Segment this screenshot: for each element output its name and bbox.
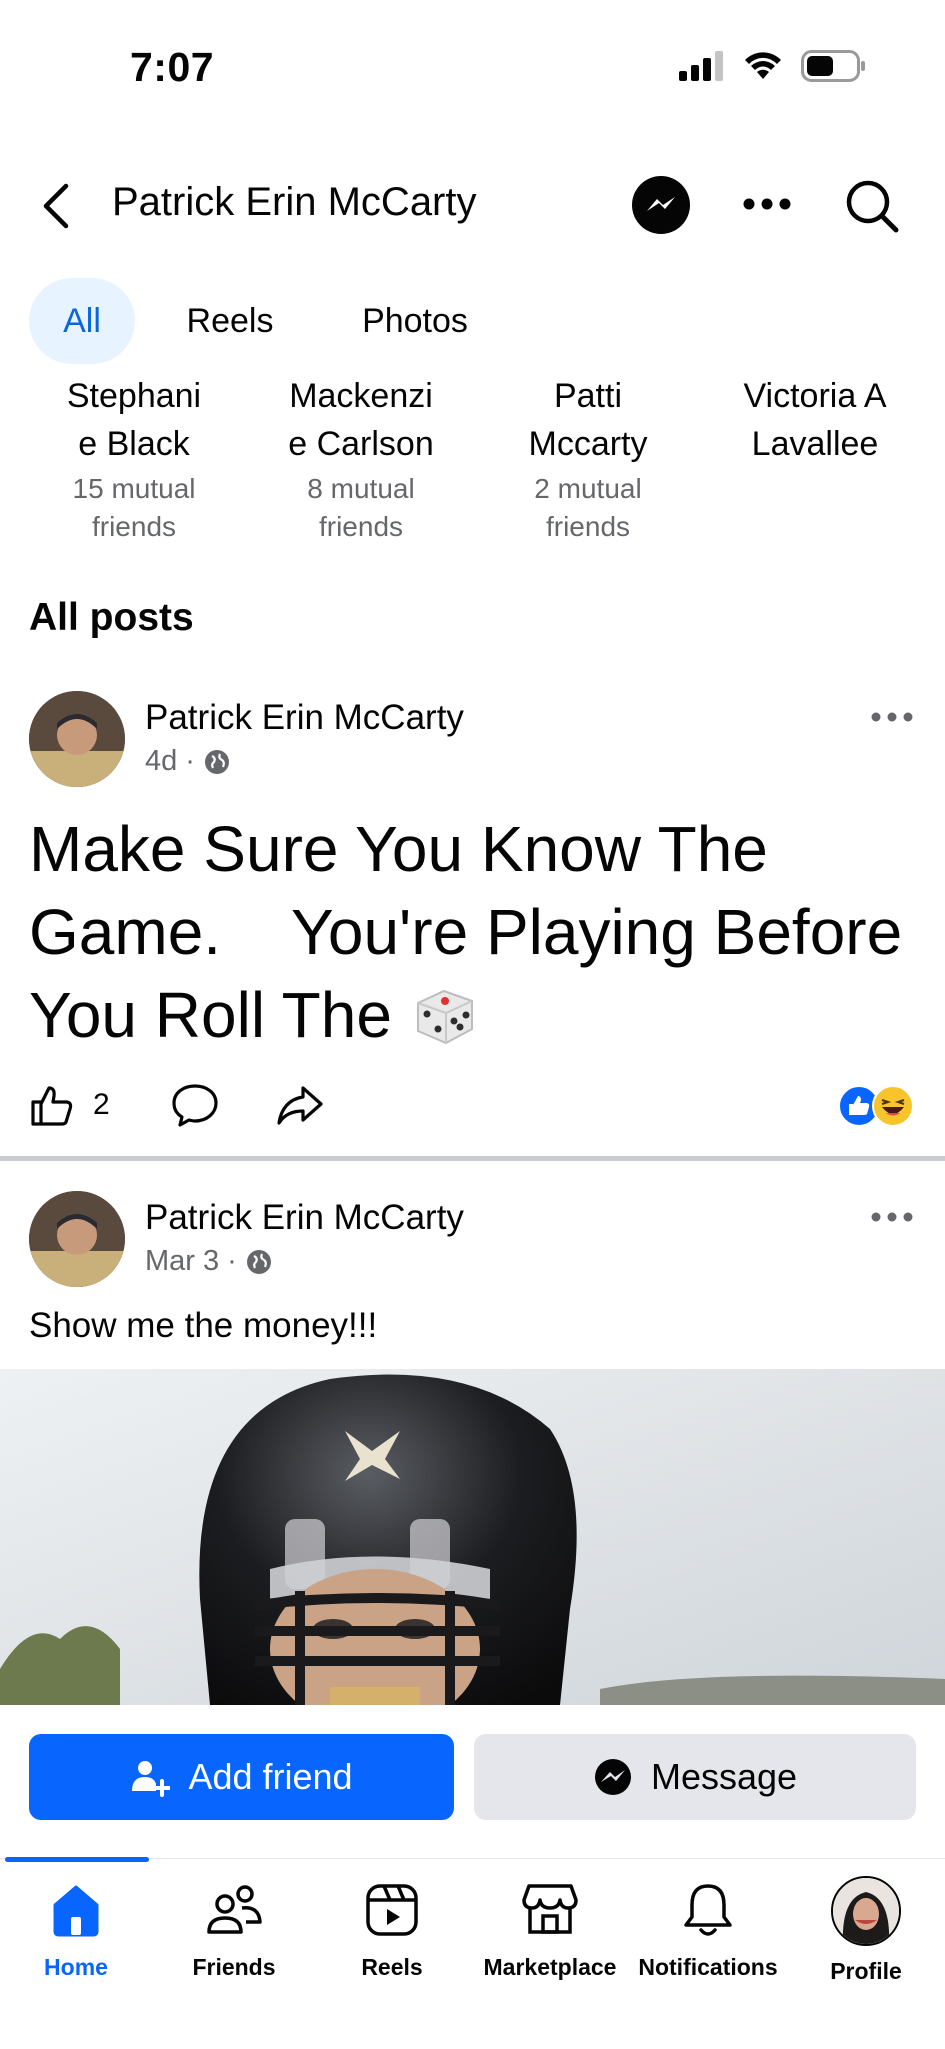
post-author[interactable]: Patrick Erin McCarty (145, 1198, 464, 1238)
friends-icon (204, 1880, 264, 1940)
messenger-icon (594, 1759, 631, 1795)
reaction-summary[interactable] (838, 1085, 914, 1127)
nav-label: Reels (361, 1954, 423, 1980)
back-arrow-icon[interactable] (36, 178, 76, 234)
comment-button[interactable] (170, 1082, 220, 1133)
friend-name: Lavallee (751, 425, 879, 463)
like-button[interactable]: 2 (29, 1082, 110, 1128)
post-time: Mar 3 (145, 1245, 220, 1277)
tab-reels[interactable]: Reels (170, 278, 290, 364)
author-avatar[interactable] (29, 1191, 125, 1287)
mutual-count: 15 mutual friends (72, 473, 196, 542)
nav-label: Home (44, 1954, 108, 1980)
section-title: All posts (29, 596, 194, 639)
nav-home[interactable]: Home (0, 1880, 155, 1981)
share-button[interactable] (275, 1082, 325, 1133)
friend-name: Stephani (66, 377, 202, 415)
signal-icon (679, 51, 723, 81)
active-tab-indicator (5, 1857, 149, 1862)
post-more-icon[interactable] (870, 710, 914, 722)
nav-marketplace[interactable]: Marketplace (471, 1880, 629, 1981)
nav-label: Friends (192, 1954, 276, 1980)
friend-name: Mackenzi (289, 377, 433, 415)
marketplace-icon (520, 1880, 580, 1940)
reels-icon (362, 1880, 422, 1940)
globe-icon (246, 1249, 271, 1274)
wifi-icon (745, 52, 781, 79)
battery-icon (801, 50, 865, 82)
mutual-count: 8 mutual friends (307, 473, 415, 542)
post-meta: 4d · (145, 745, 231, 778)
nav-profile[interactable]: Profile (787, 1876, 945, 1985)
post-text: Make Sure You Know The Game. You're Play… (29, 813, 903, 1051)
friend-name: e Black (78, 425, 190, 463)
messenger-icon[interactable] (632, 176, 690, 234)
tab-photos[interactable]: Photos (340, 278, 490, 364)
post-time: 4d (145, 745, 178, 777)
friend-name: Mccarty (528, 425, 648, 463)
nav-friends[interactable]: Friends (155, 1880, 313, 1981)
separator-dot: · (227, 1245, 237, 1277)
status-icons (679, 50, 867, 82)
friend-name: e Carlson (288, 425, 434, 463)
nav-reels[interactable]: Reels (313, 1880, 471, 1981)
nav-label: Notifications (638, 1954, 778, 1980)
message-button[interactable]: Message (474, 1734, 916, 1820)
bell-icon (678, 1880, 738, 1940)
like-count: 2 (93, 1088, 110, 1121)
post-caption: Show me the money!!! (29, 1306, 378, 1345)
separator-dot: · (185, 745, 195, 777)
nav-label: Profile (830, 1958, 902, 1984)
add-friend-button[interactable]: Add friend (29, 1734, 454, 1820)
add-friend-icon (132, 1761, 171, 1797)
nav-notifications[interactable]: Notifications (629, 1880, 787, 1981)
post-more-icon[interactable] (870, 1210, 914, 1222)
post-author[interactable]: Patrick Erin McCarty (145, 698, 464, 738)
comment-icon (172, 1084, 218, 1127)
page-title: Patrick Erin McCarty (112, 180, 477, 224)
tab-all[interactable]: All (29, 278, 135, 364)
status-time: 7:07 (130, 44, 215, 90)
nav-label: Marketplace (483, 1954, 617, 1980)
dice-icon (416, 989, 473, 1044)
like-icon (31, 1086, 73, 1126)
profile-avatar (831, 1876, 901, 1946)
friend-name: Victoria A (743, 377, 887, 415)
friend-card-patti[interactable]: Patti Mccarty 2 mutual friends (483, 372, 693, 546)
friend-card-stephanie[interactable]: Stephani e Black 15 mutual friends (29, 372, 239, 546)
add-friend-label: Add friend (188, 1756, 353, 1797)
post-photo[interactable] (0, 1369, 945, 1705)
home-icon (46, 1880, 106, 1940)
haha-reaction-icon (872, 1085, 914, 1127)
friend-name: Patti (553, 377, 623, 415)
friend-card-mackenzie[interactable]: Mackenzi e Carlson 8 mutual friends (256, 372, 466, 546)
mutual-count: 2 mutual friends (534, 473, 642, 542)
globe-icon (204, 749, 229, 774)
more-options-icon[interactable] (742, 196, 792, 212)
friend-card-victoria[interactable]: Victoria A Lavallee (710, 372, 920, 468)
message-label: Message (650, 1756, 798, 1797)
post-meta: Mar 3 · (145, 1245, 273, 1278)
share-icon (277, 1086, 323, 1125)
search-icon[interactable] (844, 178, 900, 234)
author-avatar[interactable] (29, 691, 125, 787)
post-divider (0, 1156, 945, 1161)
